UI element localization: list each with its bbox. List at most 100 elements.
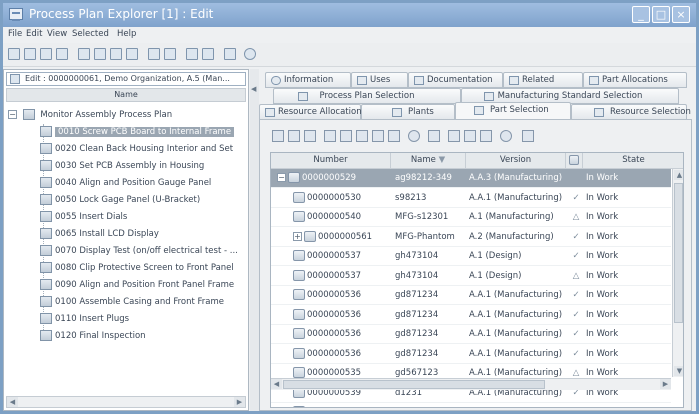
table-row[interactable]: 0000000537 gh473104 A.1 (Design) ✓ In Work [271, 247, 671, 266]
column-header-version[interactable]: Version [466, 153, 566, 169]
copy-icon[interactable] [428, 130, 440, 142]
cell-name: gd871234 [395, 309, 439, 320]
name-column-header[interactable]: Name [6, 88, 246, 102]
structure-icon[interactable] [202, 48, 214, 60]
tab-documentation[interactable]: Documentation [408, 72, 503, 88]
table-icon[interactable] [522, 130, 534, 142]
info-icon[interactable] [408, 130, 420, 142]
cut-icon[interactable] [126, 48, 138, 60]
edit-context-field[interactable]: Edit : 0000000061, Demo Organization, A.… [6, 72, 246, 86]
add-icon[interactable] [288, 130, 300, 142]
scroll-right-icon[interactable]: ▶ [660, 379, 671, 389]
table-row[interactable]: +0000000561 MFG-Phantom A.2 (Manufacturing… [271, 228, 671, 247]
tab-uses[interactable]: Uses [351, 72, 408, 88]
paste-icon[interactable] [110, 48, 122, 60]
left-horizontal-scrollbar[interactable]: ◀ ▶ [6, 396, 246, 408]
maximize-button[interactable]: □ [652, 6, 670, 23]
operation-item[interactable]: 0080 Clip Protective Screen to Front Pan… [40, 260, 234, 276]
table-row[interactable]: 0000000536 gd871234 A.A.1 (Manufacturing) ✓… [271, 306, 671, 325]
table-row[interactable]: 0000000536 gd871234 A.A.1 (Manufacturing) ✓… [271, 345, 671, 364]
open-icon[interactable] [24, 48, 36, 60]
menu-file[interactable]: File [8, 29, 22, 39]
table-row[interactable]: − 0000000529 ag98212-349 A.A.3 (Manufacturi… [271, 169, 671, 188]
table-row[interactable]: 0000000530 s98213 A.A.1 (Manufacturing) ✓ In… [271, 189, 671, 208]
tree-root[interactable]: − Monitor Assembly Process Plan [8, 107, 172, 123]
operation-item[interactable]: 0100 Assemble Casing and Front Frame [40, 294, 224, 310]
minimize-button[interactable]: _ [632, 6, 650, 23]
collapse-icon[interactable]: − [277, 173, 286, 182]
vertical-scroll-thumb[interactable] [674, 183, 683, 323]
close-button[interactable]: × [672, 6, 690, 23]
resource-icon [594, 108, 604, 117]
operation-item[interactable]: 0090 Align and Position Front Panel Fram… [40, 277, 234, 293]
info-icon[interactable] [78, 48, 90, 60]
operation-item[interactable]: 0065 Install LCD Display [40, 226, 159, 242]
refresh-icon[interactable] [388, 130, 400, 142]
collapse-icon[interactable]: − [8, 110, 17, 119]
print-icon[interactable] [372, 130, 384, 142]
help-icon[interactable] [244, 48, 256, 60]
panel-splitter[interactable] [250, 69, 259, 411]
expand-icon[interactable]: + [293, 231, 302, 241]
find-icon[interactable] [480, 130, 492, 142]
tab-process-plan-selection[interactable]: Process Plan Selection [273, 88, 461, 104]
folder-icon[interactable] [272, 130, 284, 142]
operation-item[interactable]: 0055 Insert Dials [40, 209, 127, 225]
table-row[interactable]: 0000000537 gh473104 A.1 (Design) △ In Work [271, 267, 671, 286]
horizontal-scroll-thumb[interactable] [283, 380, 545, 389]
grid-icon[interactable] [324, 130, 336, 142]
part-icon [304, 230, 316, 242]
tree-icon[interactable] [186, 48, 198, 60]
operation-item[interactable]: 0010 Screw PCB Board to Internal Frame [40, 124, 235, 140]
tab-resource-selection[interactable]: Resource Selection [571, 104, 691, 120]
menu-edit[interactable]: Edit [26, 29, 42, 39]
table-row[interactable]: 0000000540 MFG-s12301 A.1 (Manufacturing) △… [271, 208, 671, 227]
grid-icon[interactable] [164, 48, 176, 60]
scroll-right-icon[interactable]: ▶ [234, 397, 245, 407]
tree-icon[interactable] [448, 130, 460, 142]
operation-item[interactable]: 0110 Insert Plugs [40, 311, 129, 327]
menu-help[interactable]: Help [117, 29, 136, 39]
tab-information[interactable]: Information [265, 72, 351, 88]
table-row[interactable]: 0000000539 d1231 A.A.1 (Manufacturing) ✓ In … [271, 403, 671, 407]
tab-part-allocations[interactable]: Part Allocations [583, 72, 687, 88]
operation-item[interactable]: 0120 Final Inspection [40, 328, 146, 344]
expand-icon[interactable] [356, 130, 368, 142]
find-icon[interactable] [224, 48, 236, 60]
table-row[interactable]: 0000000536 gd871234 A.A.1 (Manufacturing) ✓… [271, 286, 671, 305]
grid-vertical-scrollbar[interactable]: ▲ ▼ [672, 169, 683, 377]
column-header-state[interactable]: State [583, 153, 683, 169]
help-icon[interactable] [500, 130, 512, 142]
operation-item[interactable]: 0020 Clean Back Housing Interior and Set [40, 141, 233, 157]
menu-selected[interactable]: Selected [72, 29, 109, 39]
operation-item[interactable]: 0050 Lock Gage Panel (U-Bracket) [40, 192, 200, 208]
operation-item[interactable]: 0040 Align and Position Gauge Panel [40, 175, 211, 191]
tab-plants[interactable]: Plants [361, 104, 455, 120]
scroll-up-icon[interactable]: ▲ [674, 170, 683, 180]
scroll-left-icon[interactable]: ◀ [7, 397, 18, 407]
menu-view[interactable]: View [47, 29, 67, 39]
operation-item[interactable]: 0030 Set PCB Assembly in Housing [40, 158, 204, 174]
filter-icon[interactable] [148, 48, 160, 60]
settings-icon[interactable] [304, 130, 316, 142]
tab-related[interactable]: Related [503, 72, 583, 88]
print-icon[interactable] [40, 48, 52, 60]
scroll-left-icon[interactable]: ◀ [271, 379, 282, 389]
tab-part-selection[interactable]: Part Selection [455, 102, 571, 120]
column-header-name[interactable]: Name ▼ [391, 153, 466, 169]
title-bar[interactable]: Process Plan Explorer [1] : Edit _ □ × [3, 3, 696, 27]
document-icon [10, 74, 20, 84]
refresh-icon[interactable] [56, 48, 68, 60]
table-row[interactable]: 0000000536 gd871234 A.A.1 (Manufacturing) ✓… [271, 325, 671, 344]
grid-horizontal-scrollbar[interactable]: ◀ ▶ [271, 378, 671, 390]
column-header-number[interactable]: Number [271, 153, 391, 169]
tab-resource-allocations[interactable]: Resource Allocations [259, 104, 366, 120]
scroll-down-icon[interactable]: ▼ [674, 366, 683, 376]
column-header-mark[interactable] [566, 153, 583, 169]
copy-icon[interactable] [94, 48, 106, 60]
structure-icon[interactable] [464, 130, 476, 142]
cell-number: − 0000000529 [277, 169, 392, 187]
new-icon[interactable] [8, 48, 20, 60]
operation-item[interactable]: 0070 Display Test (on/off electrical tes… [40, 243, 238, 259]
window-icon[interactable] [340, 130, 352, 142]
